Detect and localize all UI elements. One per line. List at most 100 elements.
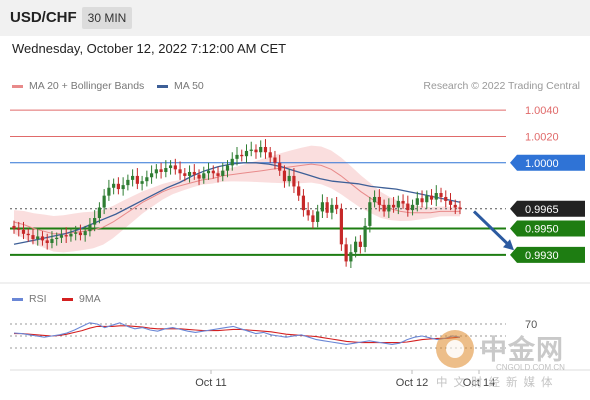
level-tag-5: 0.9930 — [510, 246, 585, 263]
candle-body-36 — [183, 173, 187, 176]
rsi-ma9-line — [14, 325, 461, 344]
candle-body-69 — [339, 208, 343, 245]
candle-body-71 — [349, 252, 353, 262]
candle-24 — [126, 174, 130, 191]
candle-87 — [425, 190, 429, 209]
candle-67 — [330, 198, 334, 220]
candle-body-66 — [325, 202, 329, 213]
candle-body-73 — [358, 241, 362, 247]
candle-28 — [145, 170, 149, 187]
candle-body-52 — [259, 146, 263, 153]
level-label-4: 0.9950 — [525, 224, 559, 236]
candle-body-48 — [240, 154, 244, 157]
candle-body-80 — [391, 204, 396, 208]
candle-body-63 — [311, 215, 315, 222]
candle-51 — [254, 144, 258, 159]
candle-48 — [240, 149, 244, 162]
candle-31 — [159, 162, 163, 179]
candle-65 — [320, 194, 325, 219]
level-tag-3: 0.9965 — [510, 200, 585, 217]
candle-body-62 — [306, 210, 310, 216]
level-label-0: 1.0040 — [525, 105, 559, 117]
candle-body-84 — [410, 204, 415, 211]
candle-body-20 — [107, 187, 111, 196]
candle-91 — [444, 190, 448, 208]
candle-body-37 — [187, 171, 192, 176]
candle-23 — [121, 177, 125, 196]
candle-body-64 — [316, 211, 320, 222]
candle-body-91 — [444, 196, 448, 201]
candle-body-33 — [168, 165, 173, 169]
candle-70 — [344, 237, 348, 267]
candle-body-25 — [131, 175, 135, 180]
candle-body-76 — [372, 196, 377, 203]
candle-body-22 — [116, 183, 120, 190]
candle-body-41 — [206, 170, 211, 174]
candle-body-79 — [387, 204, 391, 212]
candle-body-0 — [12, 225, 16, 229]
candle-60 — [297, 181, 301, 201]
candle-89 — [434, 185, 438, 207]
candle-body-27 — [140, 181, 144, 184]
candle-50 — [249, 141, 253, 157]
candle-21 — [112, 178, 116, 195]
candle-body-3 — [26, 233, 30, 236]
candle-body-56 — [278, 162, 282, 171]
candle-body-89 — [434, 193, 438, 200]
price-chart: 1.0040 1.0020 1.0000 0.9965 0.9950 0.9930 70 Oc… — [0, 105, 590, 389]
candle-20 — [107, 179, 111, 201]
candle-30 — [154, 164, 158, 179]
candle-27 — [140, 175, 144, 191]
candle-body-16 — [88, 224, 92, 232]
candle-body-54 — [268, 152, 272, 158]
candle-body-19 — [102, 195, 106, 208]
candle-68 — [335, 196, 339, 215]
candle-body-29 — [149, 173, 154, 178]
candle-body-86 — [420, 198, 424, 203]
candle-71 — [349, 244, 353, 268]
candle-body-17 — [93, 218, 97, 225]
candle-body-43 — [216, 173, 220, 176]
candle-body-30 — [154, 169, 158, 174]
candle-73 — [358, 235, 362, 254]
level-label-2: 1.0000 — [525, 158, 559, 170]
candle-body-75 — [368, 202, 372, 226]
candle-body-26 — [135, 175, 139, 184]
candle-body-44 — [221, 170, 225, 176]
x-tick-label-0: Oct 11 — [195, 377, 227, 389]
candle-body-1 — [17, 228, 21, 230]
candle-26 — [135, 168, 139, 190]
level-label-3: 0.9965 — [525, 204, 559, 216]
candle-35 — [178, 161, 182, 180]
x-tick-label-2: Oct 14 — [463, 377, 495, 389]
candle-body-40 — [202, 173, 206, 179]
candle-66 — [325, 196, 329, 219]
candle-body-4 — [31, 235, 35, 240]
candle-body-74 — [363, 225, 367, 247]
candle-62 — [306, 202, 310, 221]
candle-body-85 — [415, 198, 419, 205]
candle-body-32 — [164, 168, 168, 172]
candle-body-42 — [211, 170, 215, 174]
candle-body-90 — [439, 193, 443, 197]
candle-90 — [439, 187, 443, 203]
candle-body-34 — [173, 165, 177, 170]
candle-body-24 — [126, 179, 130, 186]
candle-body-65 — [320, 202, 325, 212]
candle-body-70 — [344, 244, 348, 262]
candle-53 — [263, 139, 268, 159]
candle-body-38 — [192, 171, 196, 175]
candle-body-12 — [69, 233, 73, 237]
candle-88 — [429, 189, 434, 205]
rsi-level-label-0: 70 — [525, 319, 537, 331]
candle-52 — [259, 140, 263, 158]
candle-64 — [316, 204, 320, 228]
candle-body-87 — [425, 195, 429, 203]
candle-body-31 — [159, 169, 163, 172]
candle-body-93 — [453, 204, 457, 208]
candle-86 — [420, 190, 424, 208]
candle-body-8 — [50, 239, 54, 244]
candle-body-77 — [377, 196, 381, 205]
candle-body-88 — [429, 195, 434, 200]
candle-body-14 — [78, 232, 83, 236]
